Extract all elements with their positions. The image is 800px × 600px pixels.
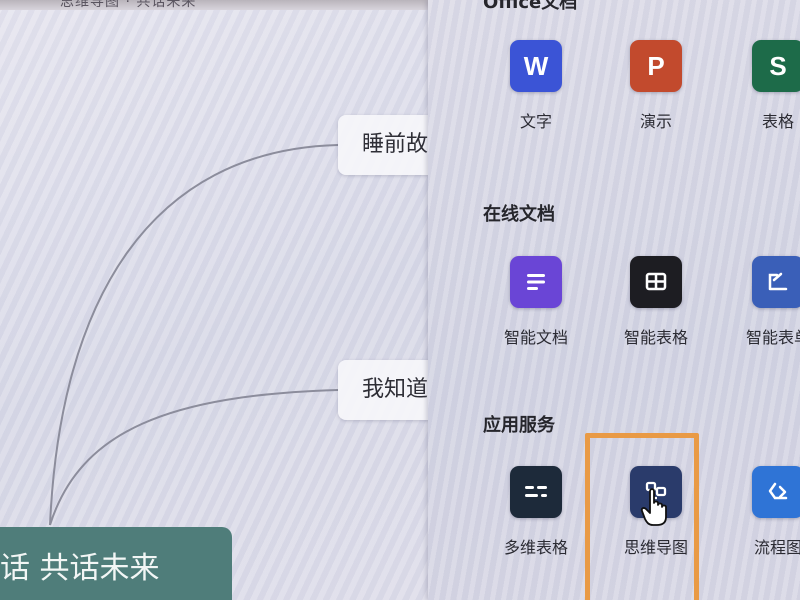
mind-map-root-node[interactable]: 话 共话未来 [0,527,232,600]
flowchart-icon [752,466,800,518]
mind-map-canvas[interactable]: 思维导图 · 共话未来 睡前故事 我知道了 话 共话未来 [0,0,428,600]
new-document-panel: Office文档 W 文字 P 演示 S 表格 在线文档 智能文档 智能表格 智… [428,0,800,600]
tile-smart-form[interactable]: 智能表单 [730,256,800,356]
tile-label: 表格 [761,112,794,131]
link-to-node-2 [49,389,339,526]
tile-label: 文字 [519,112,552,131]
tile-presentation[interactable]: P 演示 [608,40,708,140]
tile-label: 演示 [639,112,672,131]
tile-multi-dim-table[interactable]: 多维表格 [488,466,588,566]
link-to-node-1 [49,144,339,526]
tile-smart-sheet[interactable]: 智能表格 [608,256,708,356]
multi-dim-table-icon [510,466,562,518]
smart-form-icon [752,256,800,308]
presentation-icon: P [630,40,682,92]
smart-doc-icon [510,256,562,308]
mind-map-node-1[interactable]: 睡前故事 [338,115,428,175]
tile-label: 多维表格 [503,538,568,557]
tile-label: 流程图 [753,538,800,557]
section-title-office: Office文档 [483,0,578,13]
hand-cursor-icon [640,488,667,526]
mind-map-links [49,144,339,526]
tile-label: 智能表单 [745,328,800,347]
tile-smart-doc[interactable]: 智能文档 [488,256,588,356]
word-doc-icon: W [510,40,562,92]
tile-flowchart[interactable]: 流程图 [730,466,800,566]
tile-spreadsheet[interactable]: S 表格 [730,40,800,140]
spreadsheet-icon: S [752,40,800,92]
smart-sheet-icon [630,256,682,308]
tile-word[interactable]: W 文字 [488,40,588,140]
section-title-online: 在线文档 [483,204,555,225]
mind-map-node-2[interactable]: 我知道了 [338,360,428,420]
tile-label: 智能表格 [623,328,688,347]
section-title-apps: 应用服务 [483,415,555,436]
tile-label: 智能文档 [503,328,568,347]
